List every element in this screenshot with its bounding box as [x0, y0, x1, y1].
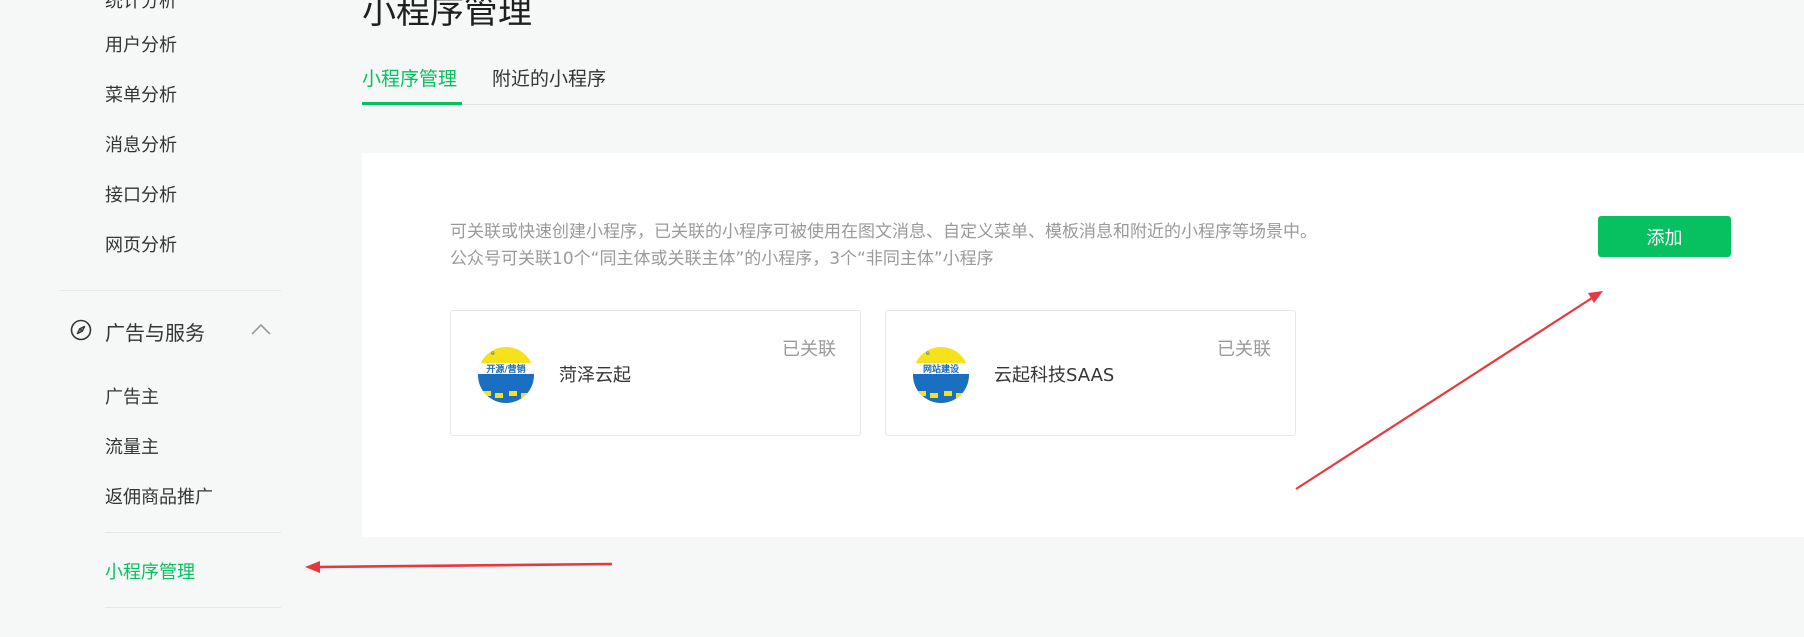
add-button[interactable]: 添加	[1598, 216, 1731, 257]
mini-program-avatar-icon: 开源/营销 e	[478, 347, 534, 403]
sidebar-divider	[60, 290, 281, 291]
sidebar-group-label: 广告与服务	[105, 321, 205, 345]
card-status: 已关联	[1217, 339, 1271, 360]
page-title: 小程序管理	[362, 0, 532, 32]
sidebar-item-api-analysis[interactable]: 接口分析	[105, 181, 177, 207]
sidebar-item-publisher[interactable]: 流量主	[105, 433, 159, 459]
mini-program-card[interactable]: 开源/营销 e 菏泽云起 已关联	[450, 310, 861, 436]
sidebar-divider	[105, 532, 281, 533]
description-line-1: 可关联或快速创建小程序，已关联的小程序可被使用在图文消息、自定义菜单、模板消息和…	[450, 222, 1317, 242]
sidebar-item-advertiser[interactable]: 广告主	[105, 383, 159, 409]
chevron-up-icon[interactable]	[250, 322, 272, 336]
annotation-arrow-to-sidebar-item	[305, 561, 613, 573]
description-line-2: 公众号可关联10个“同主体或关联主体”的小程序，3个“非同主体”小程序	[450, 249, 994, 269]
avatar-text: 网站建设	[923, 363, 960, 375]
sidebar-item-partial[interactable]: 统计分析	[105, 0, 177, 13]
mini-program-panel: 可关联或快速创建小程序，已关联的小程序可被使用在图文消息、自定义菜单、模板消息和…	[362, 153, 1804, 537]
tab-nearby-mini-programs[interactable]: 附近的小程序	[492, 64, 606, 91]
card-name: 云起科技SAAS	[994, 365, 1115, 386]
sidebar-item-web-analysis[interactable]: 网页分析	[105, 231, 177, 257]
avatar-text: 开源/营销	[486, 363, 525, 375]
sidebar-item-rebate-promotion[interactable]: 返佣商品推广	[105, 483, 213, 509]
sidebar-item-user-analysis[interactable]: 用户分析	[105, 31, 177, 57]
sidebar-item-message-analysis[interactable]: 消息分析	[105, 131, 177, 157]
mini-program-card[interactable]: 网站建设 e 云起科技SAAS 已关联	[885, 310, 1296, 436]
sidebar: 统计分析 用户分析 菜单分析 消息分析 接口分析 网页分析 广告与服务 广告主 …	[0, 0, 300, 637]
svg-text:e: e	[491, 350, 495, 357]
mini-program-avatar-icon: 网站建设 e	[913, 347, 969, 403]
card-status: 已关联	[782, 339, 836, 360]
card-name: 菏泽云起	[559, 365, 631, 386]
svg-text:e: e	[926, 350, 930, 357]
active-tab-indicator	[362, 102, 462, 105]
compass-icon	[70, 319, 92, 341]
sidebar-divider	[105, 607, 281, 608]
sidebar-group-ads-services[interactable]: 广告与服务	[70, 316, 280, 346]
sidebar-item-mini-program-management[interactable]: 小程序管理	[105, 558, 195, 584]
tab-mini-program-management[interactable]: 小程序管理	[362, 64, 457, 91]
description: 可关联或快速创建小程序，已关联的小程序可被使用在图文消息、自定义菜单、模板消息和…	[450, 219, 1317, 273]
sidebar-item-menu-analysis[interactable]: 菜单分析	[105, 81, 177, 107]
tab-bar: 小程序管理 附近的小程序	[362, 60, 1804, 105]
